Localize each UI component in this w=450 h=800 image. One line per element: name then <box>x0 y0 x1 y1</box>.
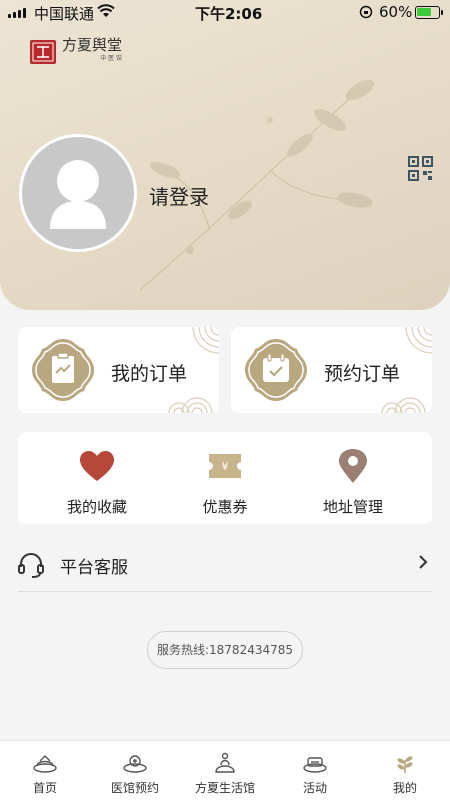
bottom-tab-bar: 首页 医馆预约 方夏生活馆 活动 我的 <box>0 740 450 800</box>
activity-icon <box>303 757 327 773</box>
coupons-label: 优惠券 <box>202 498 248 516</box>
home-icon <box>33 755 57 773</box>
clock: 下午2:06 <box>195 5 263 23</box>
location-pin-icon <box>339 449 367 483</box>
customer-service-label: 平台客服 <box>60 558 128 578</box>
address-label: 地址管理 <box>322 498 383 516</box>
wave-pattern-icon <box>168 397 213 413</box>
battery-percent: 60% <box>379 3 413 21</box>
default-avatar-icon <box>50 160 106 229</box>
cloud-pattern-icon <box>192 327 219 354</box>
clinic-booking-icon <box>123 755 147 773</box>
signal-icon <box>8 8 26 18</box>
booking-orders-label: 预约订单 <box>324 363 401 385</box>
wifi-icon <box>97 4 115 22</box>
service-hotline[interactable]: 服务热线:18782434785 <box>147 631 303 669</box>
booking-orders-card[interactable]: 预约订单 <box>231 327 432 413</box>
tab-home[interactable]: 首页 <box>0 751 90 796</box>
status-bar: 中国联通 下午2:06 60% <box>0 0 450 26</box>
favorites-link[interactable]: 我的收藏 <box>42 448 152 517</box>
order-clipboard-icon <box>32 339 94 401</box>
coupons-link[interactable]: ¥ 优惠券 <box>170 448 280 517</box>
tab-activity[interactable]: 活动 <box>270 751 360 796</box>
my-orders-label: 我的订单 <box>111 363 188 385</box>
tab-clinic-booking[interactable]: 医馆预约 <box>90 751 180 796</box>
tab-clinic-booking-label: 医馆预约 <box>110 781 159 795</box>
tab-profile[interactable]: 我的 <box>360 751 450 796</box>
life-hall-icon <box>215 752 235 773</box>
address-link[interactable]: 地址管理 <box>298 448 408 517</box>
quick-links-panel: 我的收藏 ¥ 优惠券 地址管理 <box>18 432 432 524</box>
tab-life-hall-label: 方夏生活馆 <box>194 781 255 795</box>
chevron-right-icon <box>419 555 428 569</box>
svg-text:¥: ¥ <box>222 460 229 473</box>
decorative-leaves <box>139 79 375 291</box>
brand-subtitle: 中 医 馆 <box>100 55 123 62</box>
carrier-name: 中国联通 <box>34 5 95 23</box>
rotation-lock-icon <box>359 5 373 23</box>
my-orders-card[interactable]: 我的订单 <box>18 327 219 413</box>
profile-header: 中国联通 下午2:06 60% 方夏舆堂 中 医 馆 请登录 <box>0 0 450 310</box>
customer-service-row[interactable]: 平台客服 <box>18 540 432 592</box>
tab-activity-label: 活动 <box>302 781 327 795</box>
brand-name: 方夏舆堂 中 医 馆 <box>62 38 122 66</box>
wave-pattern-icon <box>381 397 426 413</box>
favorites-label: 我的收藏 <box>66 498 127 516</box>
profile-icon <box>397 756 413 773</box>
battery-icon <box>415 6 443 19</box>
cloud-pattern-icon <box>405 327 432 354</box>
tab-home-label: 首页 <box>32 781 57 795</box>
login-link[interactable]: 请登录 <box>149 181 209 210</box>
coupon-icon: ¥ <box>209 454 241 478</box>
qr-code-icon[interactable] <box>408 156 433 185</box>
avatar[interactable] <box>19 134 137 252</box>
tab-profile-label: 我的 <box>392 781 417 795</box>
headset-icon <box>18 553 44 578</box>
brand-logo: 方夏舆堂 中 医 馆 <box>30 38 122 66</box>
tab-life-hall[interactable]: 方夏生活馆 <box>180 751 270 796</box>
heart-icon <box>80 451 114 481</box>
calendar-check-icon <box>245 339 307 401</box>
logo-seal <box>30 40 56 64</box>
